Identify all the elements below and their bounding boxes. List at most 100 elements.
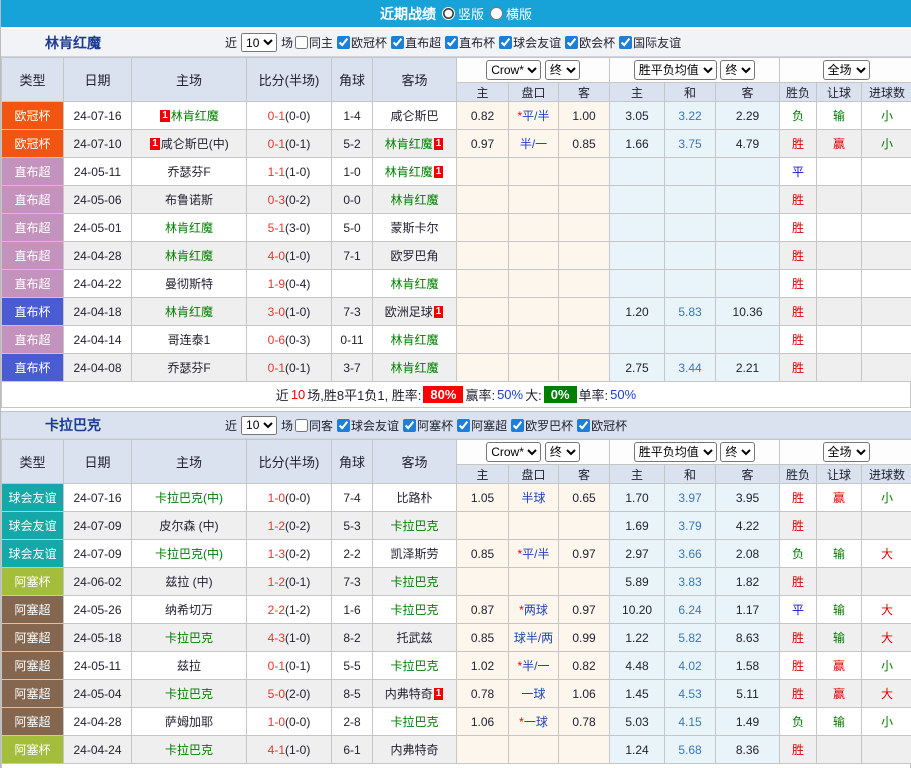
handicap-result xyxy=(817,242,862,270)
league-filter-2[interactable]: 阿塞超 xyxy=(457,417,507,434)
odds-final-select[interactable]: 终 xyxy=(545,442,580,462)
corner-count: 1-0 xyxy=(332,158,373,186)
col-score: 比分(半场) xyxy=(247,58,332,102)
same-venue-checkbox[interactable] xyxy=(295,419,308,432)
home-team: 林肯红魔 xyxy=(132,242,247,270)
scope-select-cell: 全场 xyxy=(780,58,911,83)
vertical-radio[interactable] xyxy=(442,7,455,20)
match-type-badge: 阿塞超 xyxy=(2,624,64,652)
first-match-badge: 1 xyxy=(160,110,170,122)
league-filter-2[interactable]: 直布杯 xyxy=(445,34,495,51)
odds-home xyxy=(457,736,509,764)
avg-type-select[interactable]: 胜平负均值 xyxy=(634,442,717,462)
league-checkbox-3[interactable] xyxy=(499,36,512,49)
home-team: 纳希切万 xyxy=(132,596,247,624)
league-filter-4[interactable]: 欧冠杯 xyxy=(577,417,627,434)
odds-handicap xyxy=(509,298,559,326)
away-team: 卡拉巴克 xyxy=(373,708,457,736)
odds-home: 0.85 xyxy=(457,540,509,568)
match-date: 24-06-02 xyxy=(64,568,132,596)
same-venue-filter[interactable]: 同客 xyxy=(295,417,333,434)
layout-vertical-option[interactable]: 竖版 xyxy=(442,4,484,23)
league-checkbox-1[interactable] xyxy=(391,36,404,49)
odds-final-select[interactable]: 终 xyxy=(545,60,580,80)
avg-away: 3.95 xyxy=(716,484,780,512)
match-count-select[interactable]: 10 xyxy=(241,416,277,435)
away-team: 卡拉巴克 xyxy=(373,568,457,596)
league-filter-3[interactable]: 欧罗巴杯 xyxy=(511,417,573,434)
avg-type-select[interactable]: 胜平负均值 xyxy=(634,60,717,80)
match-row: 直布超24-04-28林肯红魔4-0(1-0)7-1欧罗巴角胜 xyxy=(2,242,911,270)
league-filter-5[interactable]: 国际友谊 xyxy=(619,34,681,51)
scope-select[interactable]: 全场 xyxy=(823,60,870,80)
layout-horizontal-option[interactable]: 横版 xyxy=(490,4,532,23)
league-checkbox-2[interactable] xyxy=(445,36,458,49)
league-filter-0[interactable]: 球会友谊 xyxy=(337,417,399,434)
match-row: 阿塞超24-05-26纳希切万2-2(1-2)1-6卡拉巴克0.87*两球0.9… xyxy=(2,596,911,624)
league-filter-1[interactable]: 阿塞杯 xyxy=(403,417,453,434)
corner-count: 1-6 xyxy=(332,596,373,624)
fulltime-score: 1-3 xyxy=(268,547,285,561)
first-match-badge: 1 xyxy=(434,306,444,318)
team-name: 林肯红魔 xyxy=(45,33,101,53)
odds-home xyxy=(457,326,509,354)
match-row: 阿塞杯24-04-24卡拉巴克4-1(1-0)6-1内弗特奇1.245.688.… xyxy=(2,736,911,764)
league-checkbox-1[interactable] xyxy=(403,419,416,432)
odds-away xyxy=(559,242,610,270)
away-team: 内弗特奇 xyxy=(373,736,457,764)
league-checkbox-0[interactable] xyxy=(337,419,350,432)
match-date: 24-04-18 xyxy=(64,298,132,326)
league-checkbox-4[interactable] xyxy=(565,36,578,49)
halftime-score: (3-0) xyxy=(285,221,310,235)
odds-away xyxy=(559,214,610,242)
summary-bar: 近10场, 胜7平1负2, 胜率:70%赢率:42.8%大:57.1%单率:80… xyxy=(1,764,911,768)
odds-company-select[interactable]: Crow* xyxy=(486,442,541,462)
match-type-badge: 球会友谊 xyxy=(2,484,64,512)
home-team: 卡拉巴克 xyxy=(132,624,247,652)
same-venue-filter[interactable]: 同主 xyxy=(295,34,333,51)
col-home: 主场 xyxy=(132,440,247,484)
league-filter-1[interactable]: 直布超 xyxy=(391,34,441,51)
fulltime-score: 0-1 xyxy=(268,659,285,673)
home-team: 兹拉 xyxy=(132,652,247,680)
league-checkbox-0[interactable] xyxy=(337,36,350,49)
odds-select-cell: Crow* 终 xyxy=(457,440,610,465)
avg-final-select[interactable]: 终 xyxy=(720,60,755,80)
col-odds-handicap: 盘口 xyxy=(509,83,559,102)
handicap-result: 输 xyxy=(817,540,862,568)
result: 胜 xyxy=(780,484,817,512)
handicap-result: 输 xyxy=(817,708,862,736)
col-odds-handicap: 盘口 xyxy=(509,465,559,484)
match-score: 0-3(0-2) xyxy=(247,186,332,214)
team-label: 卡拉巴克 xyxy=(390,519,438,533)
match-type-badge: 直布超 xyxy=(2,158,64,186)
matches-table: 类型 日期 主场 比分(半场) 角球 客场 Crow* 终 胜平负均值 终 xyxy=(1,57,911,382)
scope-select[interactable]: 全场 xyxy=(823,442,870,462)
handicap-result xyxy=(817,158,862,186)
horizontal-radio[interactable] xyxy=(490,7,503,20)
match-count-select[interactable]: 10 xyxy=(241,33,277,52)
odds-home xyxy=(457,354,509,382)
halftime-score: (0-0) xyxy=(285,491,310,505)
team-label: 咸仑斯巴(中) xyxy=(161,137,229,151)
league-checkbox-3[interactable] xyxy=(511,419,524,432)
league-checkbox-4[interactable] xyxy=(577,419,590,432)
league-filter-0[interactable]: 欧冠杯 xyxy=(337,34,387,51)
handicap-label: 半/一 xyxy=(520,137,547,151)
league-filter-3[interactable]: 球会友谊 xyxy=(499,34,561,51)
same-venue-checkbox[interactable] xyxy=(295,36,308,49)
result: 平 xyxy=(780,158,817,186)
odds-company-select[interactable]: Crow* xyxy=(486,60,541,80)
summary-segment: 0% xyxy=(544,386,577,403)
team-label: 比路朴 xyxy=(396,491,432,505)
summary-segment: 近 xyxy=(276,385,289,404)
league-filter-4[interactable]: 欧会杯 xyxy=(565,34,615,51)
league-checkbox-5[interactable] xyxy=(619,36,632,49)
handicap-result xyxy=(817,512,862,540)
league-checkbox-2[interactable] xyxy=(457,419,470,432)
goals-result: 大 xyxy=(862,680,911,708)
halftime-score: (0-2) xyxy=(285,193,310,207)
avg-final-select[interactable]: 终 xyxy=(720,442,755,462)
odds-handicap: 半/一 xyxy=(509,130,559,158)
result: 胜 xyxy=(780,512,817,540)
